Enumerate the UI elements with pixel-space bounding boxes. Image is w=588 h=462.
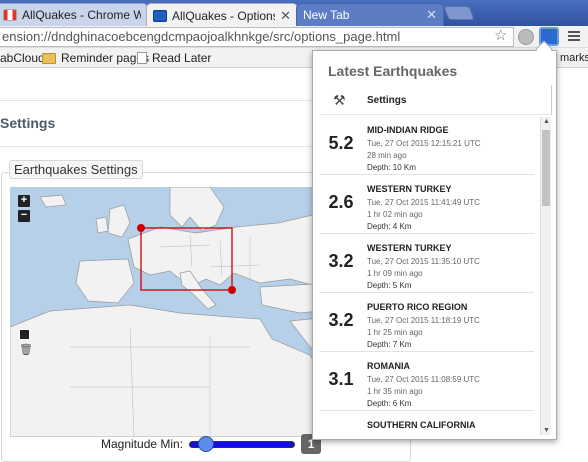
draw-rectangle-button[interactable]	[19, 329, 30, 340]
tab-title: AllQuakes - Options	[172, 8, 276, 23]
popup-scrollbar[interactable]: ▲ ▼	[540, 117, 551, 435]
depth-value: Depth: 10 Km	[367, 163, 416, 172]
popup-settings-row[interactable]: ⚒ Settings	[319, 85, 552, 115]
earthquake-item[interactable]: SOUTHERN CALIFORNIA	[319, 412, 534, 435]
magnitude-value: 3.2	[328, 251, 354, 271]
region-name: MID-INDIAN RIDGE	[367, 125, 449, 135]
fieldset-legend: Earthquakes Settings	[9, 160, 143, 179]
land-shape	[95, 216, 109, 234]
new-tab-button[interactable]	[443, 6, 475, 20]
magnitude-value: 3.2	[328, 310, 354, 330]
region-name: SOUTHERN CALIFORNIA	[367, 420, 476, 430]
popup-title: Latest Earthquakes	[328, 63, 458, 79]
tab-strip: AllQuakes - Chrome Web AllQuakes - Optio…	[0, 0, 588, 27]
bookmark-folder-reminder-pages[interactable]: Reminder pages	[42, 51, 149, 65]
bookmark-overflow-label[interactable]: marks	[560, 52, 588, 64]
latest-earthquakes-popup: Latest Earthquakes ⚒ Settings 5.2 MID-IND…	[312, 50, 557, 440]
trash-icon[interactable]: 🗑	[19, 343, 33, 356]
time-ago: 28 min ago	[367, 151, 407, 160]
region-name: ROMANIA	[367, 361, 410, 371]
land-shape	[39, 194, 67, 208]
folder-icon	[42, 52, 56, 64]
scrollbar-thumb[interactable]	[542, 130, 550, 206]
magnitude-value: 5.2	[328, 133, 354, 153]
zoom-in-button[interactable]: +	[18, 195, 30, 207]
tab-title: AllQuakes - Chrome Web	[22, 8, 141, 22]
close-tab-icon[interactable]: ✕	[280, 8, 291, 24]
magnitude-value: 3.1	[328, 369, 354, 389]
popup-settings-label: Settings	[367, 95, 407, 106]
earthquake-item[interactable]: 3.1 ROMANIA Tue, 27 Oct 2015 11:08:59 UTC 1…	[319, 353, 534, 411]
land-shape	[75, 258, 135, 304]
region-name: PUERTO RICO REGION	[367, 302, 468, 312]
extension-icon[interactable]	[518, 29, 534, 45]
address-bar[interactable]: ension://dndghinacoebcengdcmpaojoalkhnkg…	[0, 27, 514, 47]
time-ago: 1 hr 09 min ago	[367, 269, 423, 278]
land-shape	[169, 187, 225, 232]
depth-value: Depth: 4 Km	[367, 222, 412, 231]
depth-value: Depth: 7 Km	[367, 340, 412, 349]
magnitude-value: 2.6	[328, 192, 354, 212]
depth-value: Depth: 6 Km	[367, 399, 412, 408]
land-shape	[107, 204, 131, 238]
zoom-out-button[interactable]: −	[18, 210, 30, 222]
scroll-up-icon[interactable]: ▲	[543, 118, 550, 125]
earthquake-item[interactable]: 3.2 WESTERN TURKEY Tue, 27 Oct 2015 11:35:…	[319, 235, 534, 293]
earthquake-item[interactable]: 5.2 MID-INDIAN RIDGE Tue, 27 Oct 2015 12:1…	[319, 117, 534, 175]
page-title: Settings	[0, 115, 56, 131]
time-ago: 1 hr 35 min ago	[367, 387, 423, 396]
bookmark-star-icon[interactable]: ☆	[494, 26, 507, 44]
bookmark-item[interactable]: abCloud	[0, 51, 45, 65]
event-time: Tue, 27 Oct 2015 11:08:59 UTC	[367, 375, 480, 384]
time-ago: 1 hr 25 min ago	[367, 328, 423, 337]
slider-thumb[interactable]	[198, 436, 215, 452]
selection-handle-nw	[137, 224, 145, 232]
chrome-menu-icon[interactable]	[568, 29, 584, 45]
browser-toolbar: ension://dndghinacoebcengdcmpaojoalkhnkg…	[0, 26, 588, 48]
bookmark-label: Read Later	[152, 51, 212, 65]
earthquake-item[interactable]: 3.2 PUERTO RICO REGION Tue, 27 Oct 2015 11…	[319, 294, 534, 352]
time-ago: 1 hr 02 min ago	[367, 210, 423, 219]
magnitude-label: Magnitude Min:	[101, 437, 184, 451]
event-time: Tue, 27 Oct 2015 11:41:49 UTC	[367, 198, 480, 207]
depth-value: Depth: 5 Km	[367, 281, 412, 290]
region-name: WESTERN TURKEY	[367, 184, 452, 194]
earthquake-item[interactable]: 2.6 WESTERN TURKEY Tue, 27 Oct 2015 11:41:…	[319, 176, 534, 234]
tools-icon: ⚒	[333, 92, 346, 108]
close-tab-icon[interactable]: ✕	[426, 7, 437, 23]
magnitude-slider[interactable]	[189, 436, 296, 452]
region-name: WESTERN TURKEY	[367, 243, 452, 253]
tab-allquakes-options[interactable]: AllQuakes - Options ✕	[146, 3, 298, 27]
quake-favicon-icon	[153, 9, 167, 22]
earthquake-list: 5.2 MID-INDIAN RIDGE Tue, 27 Oct 2015 12:1…	[319, 117, 540, 435]
tab-new-tab[interactable]: New Tab ✕	[296, 3, 444, 26]
page-icon	[137, 52, 147, 64]
bookmark-label: Reminder pages	[61, 51, 150, 65]
magnitude-row: Magnitude Min: 1	[101, 434, 322, 454]
tab-favicon-icon	[3, 9, 17, 21]
tab-chrome-web-store[interactable]: AllQuakes - Chrome Web	[0, 3, 148, 26]
event-time: Tue, 27 Oct 2015 11:18:19 UTC	[367, 316, 480, 325]
bookmark-label: abCloud	[0, 51, 45, 65]
bookmark-read-later[interactable]: Read Later	[137, 51, 211, 65]
event-time: Tue, 27 Oct 2015 11:35:10 UTC	[367, 257, 480, 266]
event-time: Tue, 27 Oct 2015 12:15:21 UTC	[367, 139, 481, 148]
tab-title: New Tab	[303, 8, 350, 22]
scroll-down-icon[interactable]: ▼	[543, 427, 550, 434]
selection-handle-se	[228, 286, 236, 294]
